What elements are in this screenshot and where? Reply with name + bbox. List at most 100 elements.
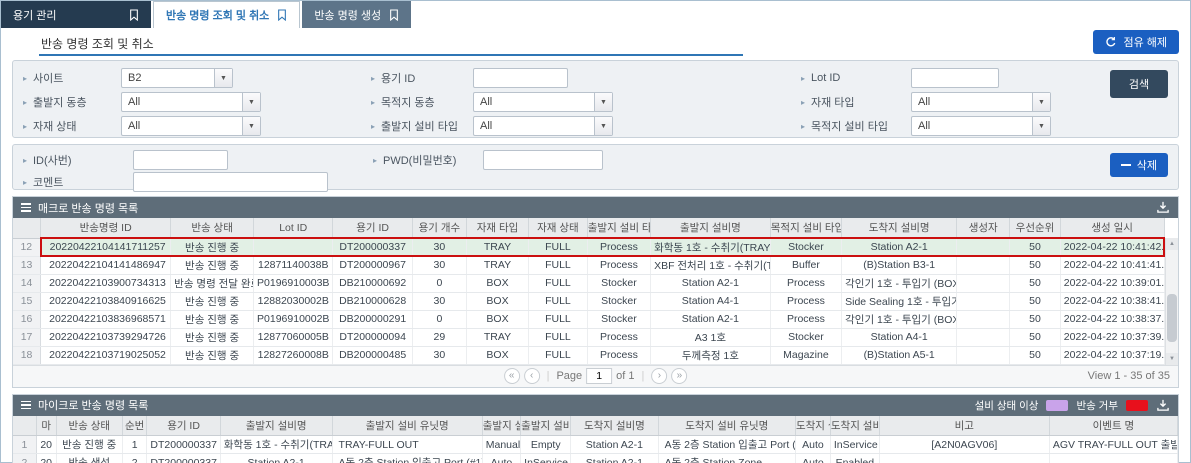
cell: BOX — [466, 346, 528, 364]
column-header[interactable]: 용기 ID — [147, 416, 220, 436]
cell: Auto — [795, 436, 830, 454]
column-header[interactable]: 도착지 설비명 — [571, 416, 658, 436]
origin-floor-select[interactable]: All ▼ — [121, 92, 261, 112]
column-header[interactable]: 자재 상태 — [529, 218, 588, 238]
site-select[interactable]: B2 ▼ — [121, 68, 233, 88]
delete-button[interactable]: 삭제 — [1110, 153, 1168, 177]
page-number-input[interactable] — [586, 368, 612, 384]
cell: 각인기 1호 - 투입기 (BOX+D — [842, 274, 957, 292]
password-input[interactable] — [483, 150, 603, 170]
column-header[interactable]: 용기 개수 — [412, 218, 466, 238]
prev-page-button[interactable]: ‹ — [524, 368, 540, 384]
column-header[interactable]: 우선순위 — [1010, 218, 1061, 238]
column-header[interactable]: 생성자 — [957, 218, 1010, 238]
next-page-button[interactable]: › — [651, 368, 667, 384]
container-id-input[interactable] — [473, 68, 568, 88]
lot-id-input[interactable] — [911, 68, 999, 88]
chevron-down-icon: ▼ — [594, 93, 612, 111]
column-header[interactable]: 출발지 설비명 — [220, 416, 332, 436]
dest-floor-select[interactable]: All ▼ — [473, 92, 613, 112]
table-row[interactable]: 1220220422104141711257반송 진행 중DT200000337… — [13, 238, 1164, 256]
download-icon[interactable] — [1156, 399, 1170, 412]
column-header[interactable]: 생성 일시 — [1060, 218, 1164, 238]
tab-transfer-create[interactable]: 반송 명령 생성 — [302, 1, 411, 28]
material-status-select[interactable]: All ▼ — [121, 116, 261, 136]
tab-label: 반송 명령 생성 — [314, 7, 381, 23]
column-header[interactable]: 순번 — [122, 416, 146, 436]
cell — [254, 238, 333, 256]
cell: DB200000485 — [333, 346, 412, 364]
cell: Process — [587, 238, 650, 256]
filter-label-material-status: 자재 상태 — [33, 118, 121, 134]
bookmark-icon[interactable] — [277, 9, 287, 21]
vertical-scrollbar[interactable]: ▲ ▼ — [1165, 238, 1178, 365]
column-header[interactable]: 반송 상태 — [56, 416, 122, 436]
employee-id-input[interactable] — [133, 150, 228, 170]
bookmark-icon[interactable] — [389, 9, 399, 21]
table-row[interactable]: 1320220422104141486947반송 진행 중12871140038… — [13, 256, 1164, 274]
page-title: 반송 명령 조회 및 취소 — [41, 35, 154, 52]
cell: 2022-04-22 10:41:42.680 — [1060, 238, 1164, 256]
filter-label-origin-floor: 출발지 동층 — [33, 94, 121, 110]
column-header[interactable]: 자재 타입 — [466, 218, 528, 238]
cell: AGV TRAY-FULL OUT 출발 — [1049, 436, 1177, 454]
column-header[interactable]: 출발지 설 — [482, 416, 520, 436]
column-header[interactable]: 반송 상태 — [171, 218, 254, 238]
column-header[interactable]: 반송명령 ID — [41, 218, 171, 238]
cell: Auto — [482, 454, 520, 463]
column-header[interactable]: 비고 — [879, 416, 1049, 436]
row-number-cell: 14 — [13, 274, 41, 292]
cell: 30 — [412, 256, 466, 274]
search-button[interactable]: 검색 — [1110, 70, 1168, 98]
macro-grid: 반송명령 ID반송 상태Lot ID용기 ID용기 개수자재 타입자재 상태출발… — [13, 218, 1178, 365]
cell: 2022-04-22 10:37:39.590 — [1060, 328, 1164, 346]
scrollbar-thumb[interactable] — [1167, 294, 1177, 342]
column-header[interactable]: 용기 ID — [333, 218, 412, 238]
cell: 20220422103840916625 — [41, 292, 171, 310]
cell: Auto — [795, 454, 830, 463]
column-header[interactable]: 도착지 설비명 — [842, 218, 957, 238]
table-row[interactable]: 220반송 생성2DT200000337Station A2-1A동 2층 St… — [13, 454, 1178, 463]
legend-equipment-abnormal-swatch — [1046, 400, 1068, 411]
column-header[interactable]: 출발지 설비 타입 — [587, 218, 650, 238]
first-page-button[interactable]: « — [504, 368, 520, 384]
column-header[interactable]: 도착지 설비 — [830, 416, 879, 436]
column-header[interactable]: 출발지 설비명 — [651, 218, 771, 238]
table-row[interactable]: 1620220422103836968571반송 진행 중P0196910002… — [13, 310, 1164, 328]
dest-equip-type-select[interactable]: All ▼ — [911, 116, 1051, 136]
menu-icon[interactable] — [21, 401, 31, 410]
cell: DB210000692 — [333, 274, 412, 292]
material-type-select[interactable]: All ▼ — [911, 92, 1051, 112]
scroll-down-icon[interactable]: ▼ — [1166, 353, 1178, 365]
cell: Station A2-1 — [651, 274, 771, 292]
column-header[interactable]: 이벤트 명 — [1049, 416, 1177, 436]
column-header[interactable]: 도착지 설비 유닛명 — [658, 416, 795, 436]
tab-transfer-inquiry-cancel[interactable]: 반송 명령 조회 및 취소 — [153, 1, 300, 28]
download-icon[interactable] — [1156, 201, 1170, 214]
release-occupancy-button[interactable]: 점유 해제 — [1093, 30, 1179, 54]
table-row[interactable]: 120반송 진행 중1DT200000337화학동 1호 - 수취기(TRAYT… — [13, 436, 1178, 454]
tab-container-management[interactable]: 용기 관리 — [1, 1, 151, 28]
cell: BOX — [466, 310, 528, 328]
label-arrow-icon: ▸ — [371, 122, 381, 131]
menu-icon[interactable] — [21, 203, 31, 212]
column-header[interactable]: 출발지 설비 — [521, 416, 571, 436]
origin-equip-type-select[interactable]: All ▼ — [473, 116, 613, 136]
last-page-button[interactable]: » — [671, 368, 687, 384]
table-row[interactable]: 1420220422103900734313반송 명령 전달 완료P019691… — [13, 274, 1164, 292]
column-header[interactable]: 목적지 설비 타입 — [770, 218, 841, 238]
scroll-up-icon[interactable]: ▲ — [1166, 238, 1178, 250]
tab-label: 용기 관리 — [13, 7, 57, 23]
table-row[interactable]: 1520220422103840916625반송 진행 중12882030002… — [13, 292, 1164, 310]
cell: Station A4-1 — [842, 328, 957, 346]
column-header[interactable]: 도착지 설 — [795, 416, 830, 436]
column-header[interactable]: 마 — [36, 416, 56, 436]
table-row[interactable]: 1720220422103739294726반송 진행 중12877060005… — [13, 328, 1164, 346]
bookmark-icon[interactable] — [129, 9, 139, 21]
comment-input[interactable] — [133, 172, 328, 192]
column-header[interactable]: Lot ID — [254, 218, 333, 238]
cell: 30 — [412, 292, 466, 310]
cell: DB210000628 — [333, 292, 412, 310]
column-header[interactable]: 출발지 설비 유닛명 — [332, 416, 482, 436]
table-row[interactable]: 1820220422103719025052반송 진행 중12827260008… — [13, 346, 1164, 364]
